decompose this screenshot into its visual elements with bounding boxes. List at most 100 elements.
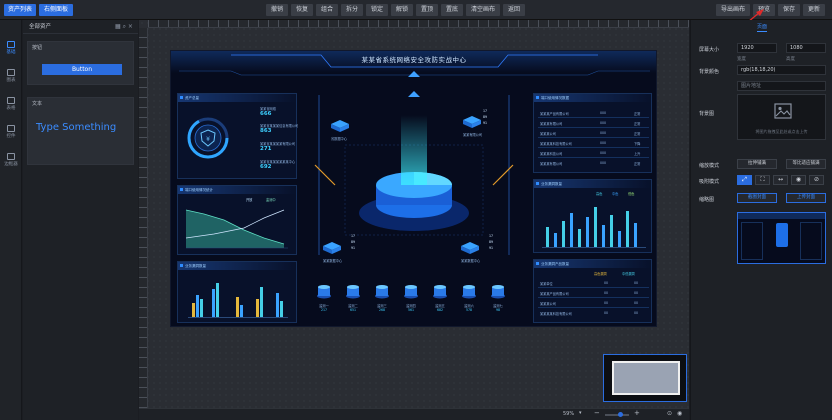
thumb-beam <box>776 223 788 247</box>
fit-center-icon[interactable]: ⛶ <box>755 175 770 185</box>
close-icon[interactable]: × <box>128 23 133 30</box>
dashboard-preview[interactable]: 某某省系统网络安全攻防实战中心 资产总量 ¥ 某某省网络 666 某某省某某某信… <box>170 50 657 327</box>
width-input[interactable]: 1920 <box>737 43 777 53</box>
asset-list-button[interactable]: 资产列表 <box>4 4 36 16</box>
minimap-viewport[interactable] <box>612 361 680 395</box>
scale-stretch-button[interactable]: 拉伸铺满 <box>737 159 777 169</box>
bar <box>260 287 263 317</box>
cylinder-item: 监测三 268 <box>371 283 393 312</box>
rail-item-basic[interactable]: 基础 <box>0 38 22 62</box>
fit-screen-icon[interactable]: ⤢ <box>737 175 752 185</box>
save-button[interactable]: 保存 <box>778 4 800 16</box>
cylinder-value: 217 <box>320 308 328 312</box>
bar <box>200 299 203 317</box>
rail-item-border[interactable]: 边框器 <box>0 150 22 174</box>
bring-top-button[interactable]: 置顶 <box>416 4 438 16</box>
panel-title: 业务漏洞数量 <box>178 262 296 270</box>
bg-image-label: 背景图 <box>699 111 715 117</box>
bar <box>634 223 637 247</box>
bg-color-input[interactable]: rgb(18,18,20) <box>737 65 826 75</box>
rail-item-control[interactable]: 控件 <box>0 122 22 146</box>
bar <box>602 225 605 247</box>
port-stats-panel: 端口使用情况统计 开放 监测中 <box>177 185 297 255</box>
node-value: 91 <box>483 121 488 125</box>
group-button[interactable]: 组合 <box>316 4 338 16</box>
rail-item-table[interactable]: 表格 <box>0 94 22 118</box>
cylinder-icon <box>462 285 476 299</box>
send-bottom-button[interactable]: 置底 <box>441 4 463 16</box>
bar <box>212 289 215 317</box>
node-name: 省数据中心 <box>331 137 347 141</box>
table-cell: 上升 <box>634 152 641 156</box>
fit-width-icon[interactable]: ↔ <box>773 175 788 185</box>
bar <box>256 299 259 317</box>
left-vuln-panel: 业务漏洞数量 <box>177 261 297 323</box>
minimap[interactable] <box>603 354 687 402</box>
zoom-in-icon[interactable]: + <box>634 409 640 417</box>
align-mode-label: 吸附模式 <box>699 179 720 185</box>
table-row: 某某某某科技有限公司 000 下降 <box>538 138 649 148</box>
bar <box>236 297 239 317</box>
upload-hint: 将图片拖拽至此处或点击上传 <box>755 129 808 134</box>
ungroup-button[interactable]: 拆分 <box>341 4 363 16</box>
height-input[interactable]: 1080 <box>786 43 826 53</box>
table-cell: 00 <box>604 291 609 295</box>
fit-eye-icon[interactable]: ◉ <box>791 175 806 185</box>
redo-button[interactable]: 恢复 <box>291 4 313 16</box>
props-tab-page[interactable]: 页面 <box>757 23 768 32</box>
upload-cover-button[interactable]: 上传封面 <box>786 193 826 203</box>
bar <box>594 207 597 247</box>
asset-card-button[interactable]: 按钮 Button <box>27 41 134 85</box>
eye-icon[interactable]: ◉ <box>677 410 682 417</box>
stat-value: 271 <box>260 146 272 152</box>
right-panel-button[interactable]: 右侧面板 <box>39 4 73 16</box>
dashboard-title: 某某省系统网络安全攻防实战中心 <box>361 56 467 64</box>
clear-canvas-button[interactable]: 清空画布 <box>466 4 500 16</box>
back-button[interactable]: 返回 <box>503 4 525 16</box>
no-fit-icon[interactable]: ⊘ <box>809 175 824 185</box>
bar <box>562 221 565 247</box>
vertical-ruler <box>139 28 148 408</box>
panel-title: 端口使用情况数据 <box>534 94 651 102</box>
table-cell: 00 <box>634 291 639 295</box>
table-row: 某某某某科技有限公司 00 00 <box>538 308 649 318</box>
left-bar-chart <box>188 278 288 318</box>
legend-mid: 中危 <box>612 192 619 196</box>
image-url-input[interactable]: 图片地址 <box>737 81 826 91</box>
node-name: 某某数据中心 <box>323 259 343 263</box>
table-cell: 某某某产品有限公司 <box>540 292 569 296</box>
table-cell: 正常 <box>634 122 641 126</box>
rail-item-chart[interactable]: 图表 <box>0 66 22 90</box>
legend-high-vuln: 高危漏洞 <box>594 272 607 276</box>
lock-button[interactable]: 锁定 <box>366 4 388 16</box>
chevron-down-icon[interactable]: ▾ <box>579 410 582 416</box>
table-cell: 某某某有限公司 <box>540 162 563 166</box>
right-bars-panel: 业务漏洞数量 高危 中危 低危 <box>533 179 652 253</box>
cylinder-value: 268 <box>378 308 386 312</box>
asset-card-text[interactable]: 文本 Type Something <box>27 97 134 165</box>
zoom-slider[interactable] <box>605 412 629 417</box>
grid-view-icon[interactable]: ▦ <box>115 23 121 30</box>
update-button[interactable]: 更新 <box>803 4 825 16</box>
right-table2: 某某单位 00 00 某某某产品有限公司 00 00 某某某公司 00 00 某… <box>538 278 649 318</box>
table-cell: 000 <box>600 111 607 115</box>
unlock-button[interactable]: 解锁 <box>391 4 413 16</box>
undo-button[interactable]: 撤销 <box>266 4 288 16</box>
search-icon[interactable]: ⌕ <box>123 23 126 30</box>
image-upload-box[interactable]: 将图片拖拽至此处或点击上传 <box>737 94 826 140</box>
zoom-out-icon[interactable]: − <box>594 409 600 417</box>
zoom-slider-handle[interactable] <box>618 412 623 417</box>
panel-title: 业务漏洞产品数量 <box>534 260 651 268</box>
lock-icon[interactable]: ⊙ <box>667 410 672 417</box>
scale-fit-button[interactable]: 等比适应铺满 <box>786 159 826 169</box>
table-cell: 00 <box>604 301 609 305</box>
assets-toolbar: ▦ ⌕ × <box>115 23 133 31</box>
table-cell: 某某某产品有限公司 <box>540 112 569 116</box>
bar <box>586 217 589 247</box>
bar <box>216 283 219 317</box>
cylinder-value: 561 <box>407 308 415 312</box>
server-icon <box>331 120 349 132</box>
bar <box>280 301 283 317</box>
center-node-values-4: 17 89 91 <box>489 233 493 251</box>
capture-cover-button[interactable]: 截图封面 <box>737 193 777 203</box>
